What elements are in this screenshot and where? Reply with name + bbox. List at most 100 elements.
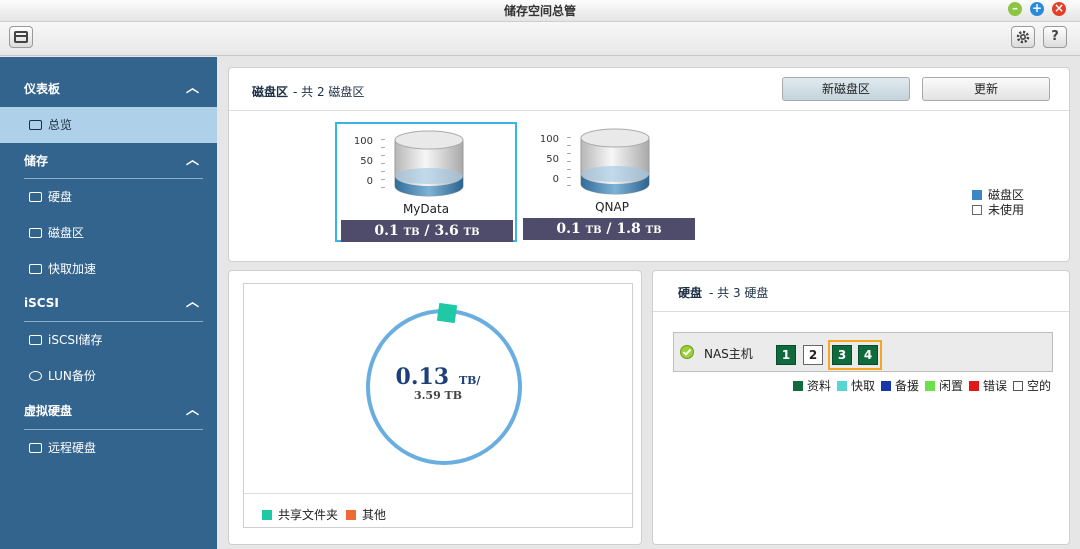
pool-card-qnap[interactable]: 100 50 0 QNAP 0.1 TB / 1.8 TB	[521, 122, 703, 242]
pool-name: QNAP	[595, 200, 629, 214]
panel-divider	[229, 110, 1069, 111]
disk-bay-4[interactable]: 4	[858, 345, 878, 365]
legend-swatch	[837, 381, 847, 391]
maximize-icon[interactable]: +	[1030, 2, 1044, 16]
sidebar-item-label: 总览	[48, 118, 73, 132]
sidebar-item-overview[interactable]: 总览	[0, 107, 217, 143]
toggle-sidebar-button[interactable]	[9, 26, 33, 48]
scale-ticks	[567, 137, 571, 187]
sidebar-item-cache[interactable]: 快取加速	[0, 251, 217, 287]
legend-swatch	[346, 510, 356, 520]
pool-total: 1.8	[616, 221, 641, 237]
backup-icon	[29, 371, 42, 381]
pool-unit: TB	[585, 225, 602, 236]
minimize-icon[interactable]: –	[1008, 2, 1022, 16]
disk-legend-spare: 备援	[881, 377, 919, 394]
pool-used: 0.1	[374, 223, 399, 239]
sidebar-section-label: 储存	[24, 154, 49, 168]
watermark-text: 什么值得买	[952, 514, 1057, 538]
legend-swatch	[925, 381, 935, 391]
storage-pool-icon	[29, 228, 42, 238]
sidebar-item-label: iSCSI储存	[48, 333, 103, 347]
legend-label: 闲置	[939, 379, 964, 393]
sidebar-item-pools[interactable]: 磁盘区	[0, 215, 217, 251]
scale-label: 100	[539, 134, 559, 145]
chevron-up-icon: ︿	[185, 295, 199, 310]
scale-ticks	[381, 139, 385, 189]
host-label: NAS主机	[704, 347, 753, 361]
disks-panel-count: - 共 3 硬盘	[709, 286, 769, 300]
legend-swatch	[262, 510, 272, 520]
legend-label: 备援	[895, 379, 920, 393]
sidebar-section-storage[interactable]: 储存 ︿	[0, 144, 217, 178]
sidebar-item-iscsi-storage[interactable]: iSCSI储存	[0, 322, 217, 358]
gear-icon	[1016, 30, 1030, 44]
sidebar-section-label: 虚拟硬盘	[24, 404, 73, 418]
sidebar-item-disks[interactable]: 硬盘	[0, 179, 217, 215]
pool-unit: TB	[463, 227, 480, 238]
sidebar-item-label: LUN备份	[48, 369, 96, 383]
legend-label: 资料	[807, 379, 832, 393]
disk-bay-1[interactable]: 1	[776, 345, 796, 365]
sidebar-section-label: iSCSI	[24, 296, 59, 310]
chevron-up-icon: ︿	[185, 403, 199, 418]
pool-unit: TB	[645, 225, 662, 236]
legend-label: 错误	[983, 379, 1008, 393]
legend-swatch	[969, 381, 979, 391]
capacity-total: 3.59 TB	[413, 389, 463, 402]
disk-legend-error: 错误	[969, 377, 1007, 394]
sidebar-item-label: 磁盘区	[48, 226, 85, 240]
sidebar-item-remote-disk[interactable]: 远程硬盘	[0, 430, 217, 466]
disks-panel: 硬盘 - 共 3 硬盘 NAS主机 1 2 3 4 资料 快取 备援 闲置 错误…	[652, 270, 1070, 545]
capacity-used-readout: 0.13 TB/	[244, 364, 632, 390]
sidebar-item-label: 快取加速	[48, 262, 97, 276]
pools-panel-count: - 共 2 磁盘区	[293, 85, 365, 99]
disk-legend-idle: 闲置	[925, 377, 963, 394]
sidebar-icon	[14, 31, 28, 43]
legend-label: 未使用	[988, 203, 1025, 217]
legend-unused: 未使用	[972, 201, 1024, 218]
pool-capacity: 0.1 TB / 1.8 TB	[523, 218, 695, 240]
refresh-button[interactable]: 更新	[922, 77, 1050, 101]
legend-shared-folder: 共享文件夹	[262, 506, 338, 523]
iscsi-icon	[29, 335, 42, 345]
legend-label: 快取	[851, 379, 876, 393]
disk-icon	[29, 192, 42, 202]
help-button[interactable]: ?	[1043, 26, 1067, 48]
shared-folder-marker	[436, 302, 458, 324]
disk-legend-empty: 空的	[1013, 377, 1051, 394]
sidebar-section-iscsi[interactable]: iSCSI ︿	[0, 286, 217, 320]
scale-label: 0	[552, 174, 559, 185]
disks-panel-title: 硬盘	[678, 286, 703, 300]
pools-panel-title: 磁盘区	[252, 85, 289, 99]
legend-label: 其他	[362, 508, 387, 522]
disk-bay-2[interactable]: 2	[803, 345, 823, 365]
disk-legend-cache: 快取	[837, 377, 875, 394]
settings-button[interactable]	[1011, 26, 1035, 48]
scale-label: 0	[366, 176, 373, 187]
new-pool-button[interactable]: 新磁盘区	[782, 77, 910, 101]
capacity-ring-frame: 0.13 TB/ 3.59 TB 共享文件夹 其他	[243, 283, 633, 528]
disk-bay-3[interactable]: 3	[832, 345, 852, 365]
sidebar-section-dashboard[interactable]: 仪表板 ︿	[0, 72, 217, 106]
close-icon[interactable]: ×	[1052, 2, 1066, 16]
sidebar-item-lun-backup[interactable]: LUN备份	[0, 358, 217, 394]
remote-disk-icon	[29, 443, 42, 453]
watermark-logo-icon: 值	[912, 508, 942, 538]
nas-host-row[interactable]: NAS主机 1 2 3 4	[673, 332, 1053, 372]
window-title: 储存空间总管	[503, 4, 576, 18]
legend-swatch	[1013, 381, 1023, 391]
chevron-up-icon: ︿	[185, 81, 199, 96]
scale-label: 100	[353, 136, 373, 147]
check-icon	[680, 345, 694, 359]
legend-swatch	[972, 190, 982, 200]
legend-label: 磁盘区	[988, 188, 1025, 202]
sidebar-item-label: 远程硬盘	[48, 441, 97, 455]
pool-capacity: 0.1 TB / 3.6 TB	[341, 220, 513, 242]
sidebar-section-virtual-disk[interactable]: 虚拟硬盘 ︿	[0, 394, 217, 428]
legend-other: 其他	[346, 506, 386, 523]
pool-name: MyData	[402, 202, 450, 216]
pool-card-mydata[interactable]: 100 50 0 MyData 0.1 TB / 3.6 TB	[335, 122, 517, 242]
cylinder-icon	[394, 130, 464, 197]
scale-label: 50	[546, 154, 559, 165]
